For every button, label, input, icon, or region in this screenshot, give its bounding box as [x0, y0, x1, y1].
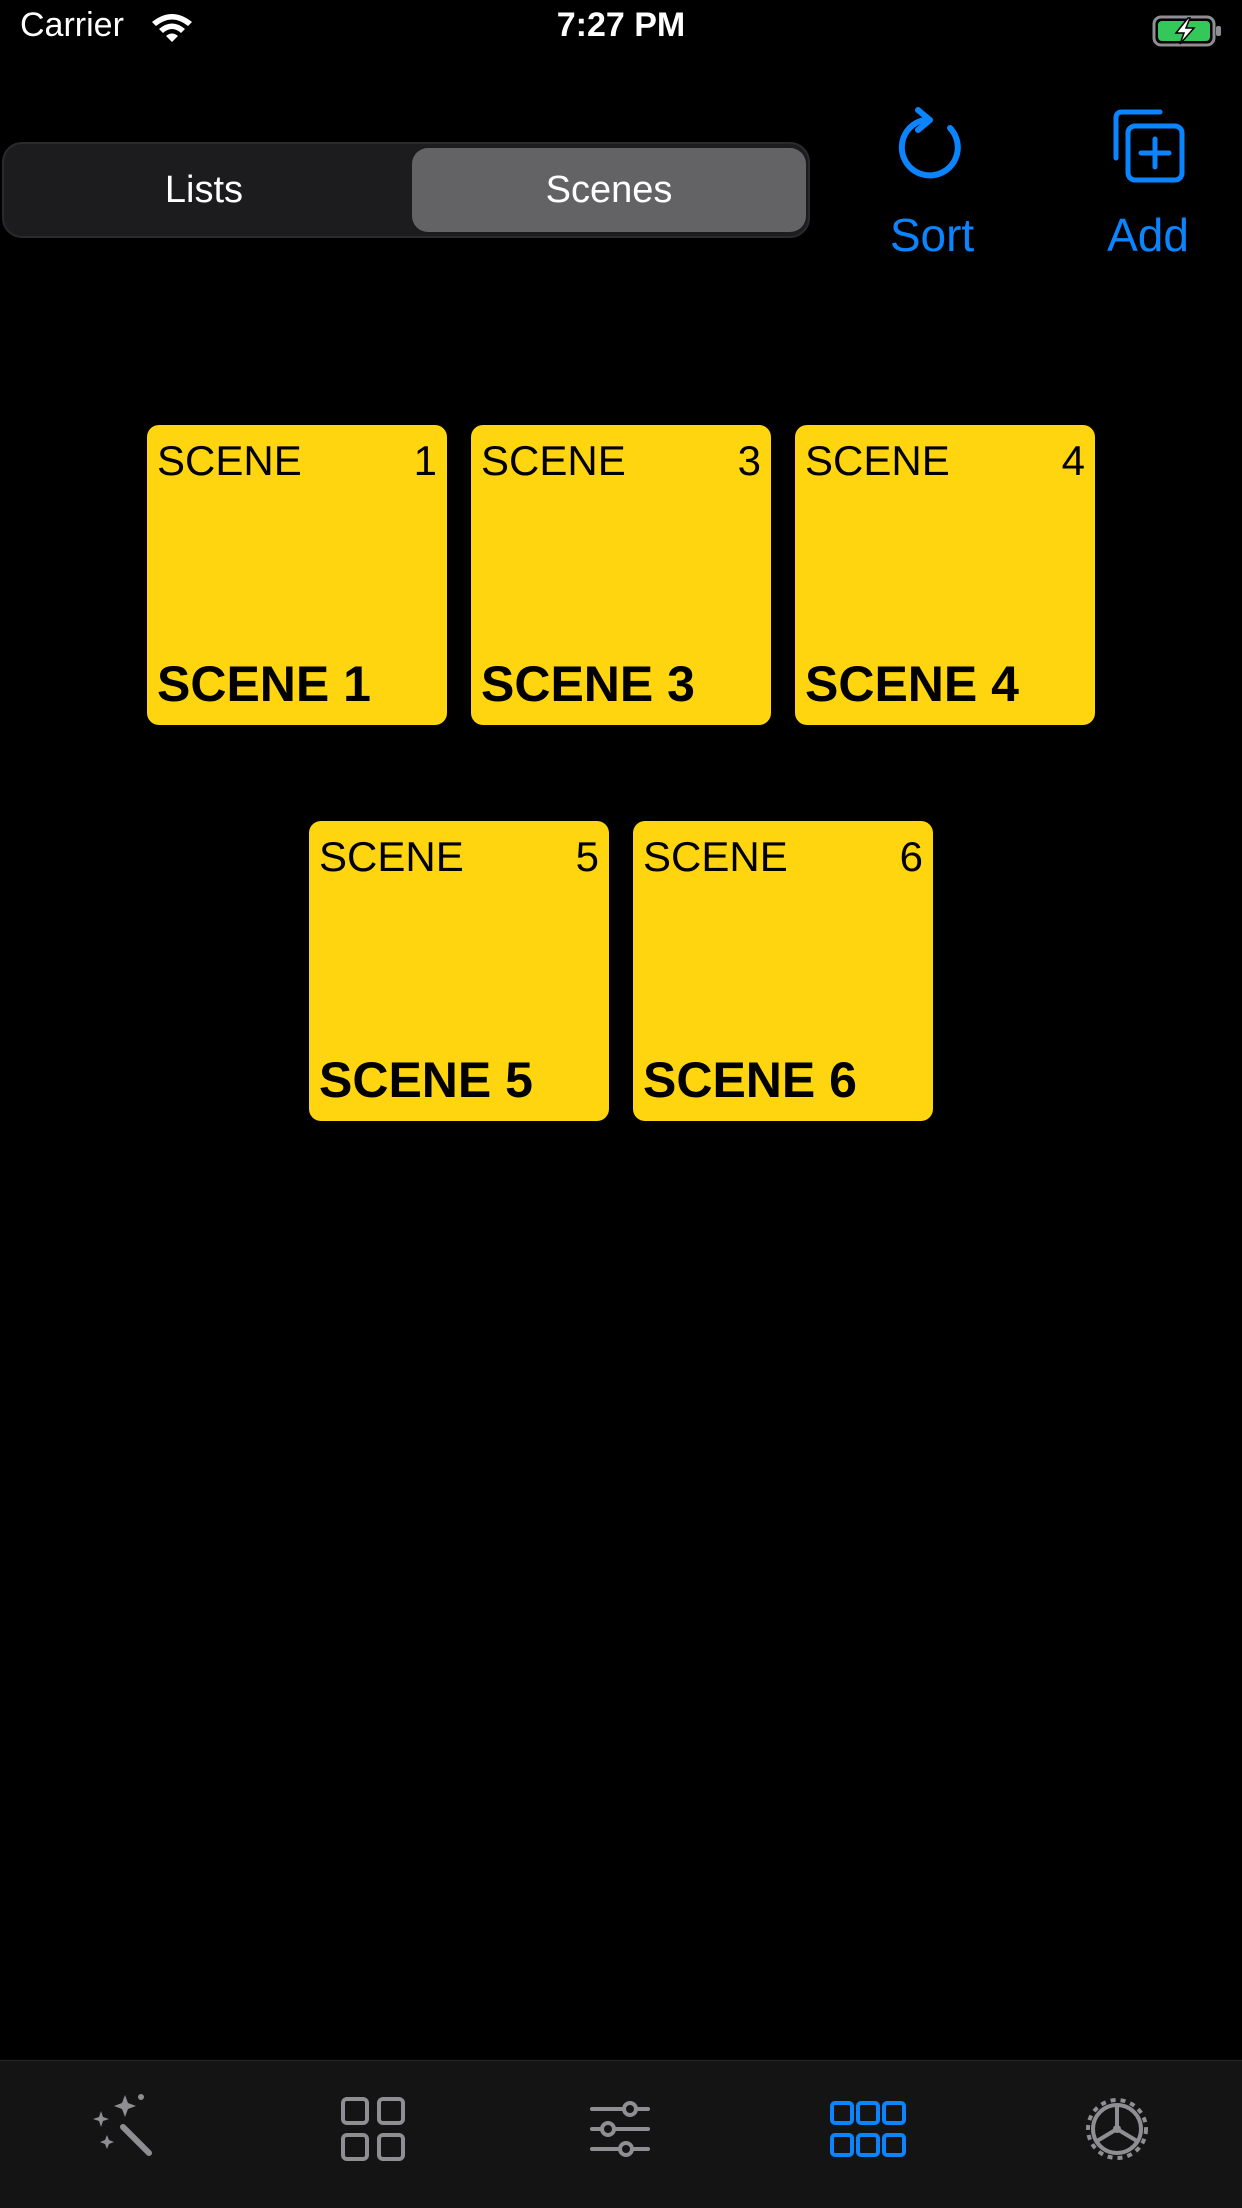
- scene-tile-type: SCENE: [157, 437, 302, 484]
- scene-tile-number: 5: [575, 833, 599, 880]
- settings-wheel-icon: [1086, 2098, 1148, 2160]
- scene-tile-number: 6: [899, 833, 923, 880]
- add-button[interactable]: Add: [1058, 100, 1238, 270]
- tab-sliders[interactable]: [580, 2089, 660, 2169]
- tab-settings[interactable]: [1077, 2089, 1157, 2169]
- segment-scenes-label: Scenes: [545, 168, 673, 211]
- clock: 7:27 PM: [556, 6, 686, 44]
- scene-tile-name: SCENE 6: [643, 1052, 857, 1108]
- scene-tile[interactable]: SCENE 1 SCENE 1: [147, 425, 447, 725]
- scenes-screen: Carrier 7:27 PM Lists Scenes Sort Add SC…: [0, 0, 1242, 2208]
- refresh-icon: [898, 107, 961, 179]
- scene-tile-type: SCENE: [319, 833, 464, 880]
- tab-grid-small[interactable]: [333, 2089, 413, 2169]
- sort-button[interactable]: Sort: [842, 100, 1022, 270]
- magic-wand-icon: [93, 2094, 152, 2156]
- scene-tile-name: SCENE 1: [157, 656, 371, 712]
- grid-2x2-icon: [341, 2097, 405, 2161]
- grid-3x2-icon: [830, 2101, 906, 2157]
- scene-tile-name: SCENE 5: [319, 1052, 533, 1108]
- battery-charging-icon: [1152, 15, 1221, 47]
- scene-tile-type: SCENE: [805, 437, 950, 484]
- tab-magic[interactable]: [85, 2089, 165, 2169]
- sliders-icon: [590, 2101, 650, 2157]
- add-label: Add: [1107, 209, 1189, 261]
- scene-tile-name: SCENE 4: [805, 656, 1019, 712]
- tab-bar: [0, 2060, 1242, 2208]
- scene-tile-name: SCENE 3: [481, 656, 695, 712]
- add-copy-icon: [1113, 109, 1185, 183]
- scene-tile-type: SCENE: [643, 833, 788, 880]
- status-bar: Carrier 7:27 PM: [0, 0, 1242, 60]
- scene-tile[interactable]: SCENE 3 SCENE 3: [471, 425, 771, 725]
- scene-tile-type: SCENE: [481, 437, 626, 484]
- scene-tile-number: 4: [1061, 437, 1085, 484]
- sort-label: Sort: [889, 209, 975, 261]
- scene-tile[interactable]: SCENE 6 SCENE 6: [633, 821, 933, 1121]
- segment-scenes[interactable]: Scenes: [412, 148, 806, 232]
- scene-tile[interactable]: SCENE 4 SCENE 4: [795, 425, 1095, 725]
- scene-tile-number: 1: [413, 437, 437, 484]
- scene-tile[interactable]: SCENE 5 SCENE 5: [309, 821, 609, 1121]
- scene-tile-number: 3: [737, 437, 761, 484]
- segment-lists-label: Lists: [164, 168, 244, 211]
- segment-lists[interactable]: Lists: [8, 148, 400, 232]
- tab-scenes-grid[interactable]: [828, 2089, 908, 2169]
- lists-scenes-segmented-control: Lists Scenes: [2, 142, 810, 238]
